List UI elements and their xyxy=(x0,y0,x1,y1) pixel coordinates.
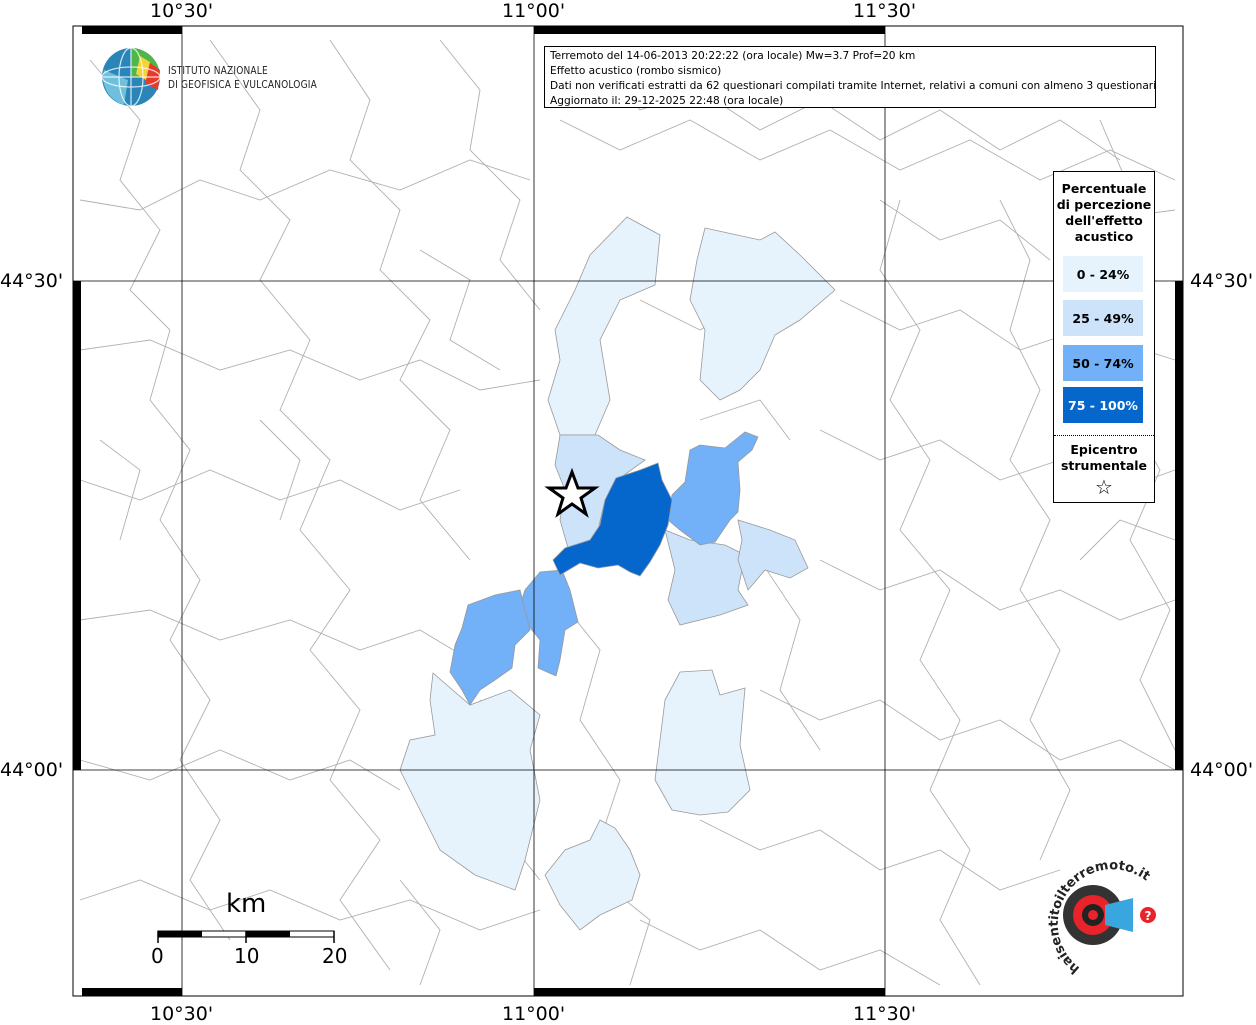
lon-label-bottom-1: 10°30' xyxy=(150,1003,214,1025)
lat-label-left-1: 44°30' xyxy=(0,270,64,292)
lon-label-top-1: 10°30' xyxy=(150,0,214,22)
event-info-box: Terremoto del 14-06-2013 20:22:22 (ora l… xyxy=(544,46,1156,108)
legend-separator xyxy=(1054,435,1154,436)
scale-tick-10: 10 xyxy=(234,944,260,968)
legend-class-75-100: 75 - 100% xyxy=(1063,387,1143,423)
lat-label-right-2: 44°00' xyxy=(1190,759,1254,781)
event-info-line-2: Effetto acustico (rombo sismico) xyxy=(550,65,722,77)
legend-star-icon: ☆ xyxy=(1095,475,1113,499)
ingv-logo-icon xyxy=(101,47,161,107)
lon-label-top-2: 11°00' xyxy=(502,0,566,22)
legend-class-0-24: 0 - 24% xyxy=(1063,256,1143,292)
legend-title: Percentuale di percezione dell'effetto a… xyxy=(1056,181,1152,244)
lat-label-right-1: 44°30' xyxy=(1190,270,1254,292)
lon-label-bottom-3: 11°30' xyxy=(853,1003,917,1025)
svg-text:?: ? xyxy=(1145,909,1152,923)
lon-label-bottom-2: 11°00' xyxy=(502,1003,566,1025)
event-info-line-3: Dati non verificati estratti da 62 quest… xyxy=(550,80,1156,92)
municipality-0-24-southeast xyxy=(654,669,751,816)
ingv-line-2: DI GEOFISICA E VULCANOLOGIA xyxy=(168,79,317,91)
map-canvas: ? haisentitoilterremoto.it xyxy=(72,25,1184,997)
legend-epicenter-label: Epicentro strumentale xyxy=(1060,442,1148,473)
legend-class-50-74: 50 - 74% xyxy=(1063,345,1143,381)
scale-tick-0: 0 xyxy=(151,944,164,968)
lon-label-top-3: 11°30' xyxy=(853,0,917,22)
scale-tick-20: 20 xyxy=(322,944,348,968)
ingv-line-1: ISTITUTO NAZIONALE xyxy=(168,65,268,77)
legend: Percentuale di percezione dell'effetto a… xyxy=(1053,171,1155,503)
lat-label-left-2: 44°00' xyxy=(0,759,64,781)
event-info-line-1: Terremoto del 14-06-2013 20:22:22 (ora l… xyxy=(550,50,916,62)
legend-class-25-49: 25 - 49% xyxy=(1063,300,1143,336)
event-info-line-4: Aggiornato il: 29-12-2025 22:48 (ora loc… xyxy=(550,95,784,107)
scale-unit: km xyxy=(226,889,267,919)
ingv-logo-text: ISTITUTO NAZIONALE DI GEOFISICA E VULCAN… xyxy=(168,64,317,92)
